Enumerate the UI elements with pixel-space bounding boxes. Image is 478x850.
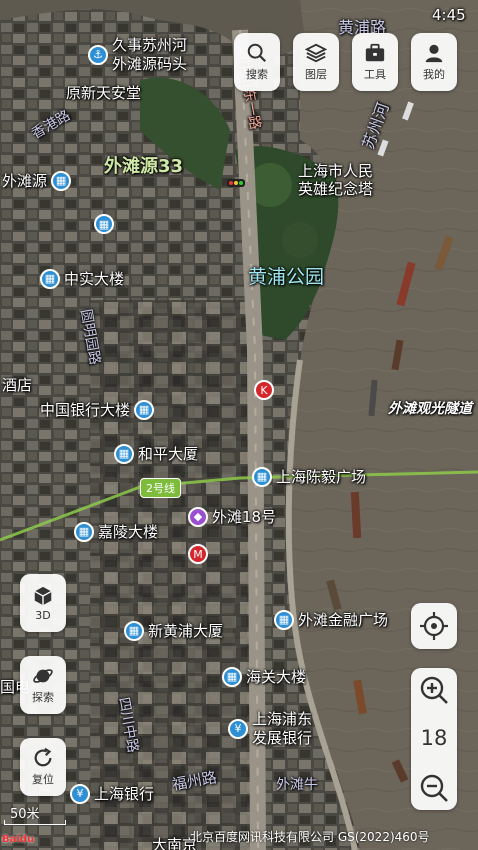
- planet-icon: [33, 669, 53, 683]
- building-icon: ▦: [124, 620, 144, 641]
- traffic-light-icon: [227, 179, 245, 187]
- poi-jialing[interactable]: ▦ 嘉陵大楼: [74, 521, 158, 542]
- poi-jiushi[interactable]: ⚓ 久事苏州河 外滩源码头: [88, 36, 187, 74]
- building-icon: ▦: [222, 666, 242, 687]
- poi-heping[interactable]: ▦ 和平大厦: [114, 443, 198, 464]
- scale-bar: [4, 820, 66, 825]
- zoom-level: 18: [420, 726, 448, 750]
- label-bund-tunnel: 外滩观光隧道: [388, 401, 472, 417]
- 3d-button[interactable]: 3D: [20, 574, 66, 632]
- poi-chenyi[interactable]: ▦ 上海陈毅广场: [252, 466, 366, 487]
- label-bund-cow: 外滩牛: [276, 777, 318, 793]
- poi-unnamed[interactable]: ▦: [94, 214, 114, 234]
- building-icon: ▦: [114, 443, 134, 464]
- search-button[interactable]: 搜索: [234, 33, 280, 91]
- poi-bund18[interactable]: ◆ 外滩18号: [188, 506, 276, 527]
- layers-button[interactable]: 图层: [293, 33, 339, 91]
- zoom-control: 18: [411, 668, 457, 810]
- search-icon: [247, 43, 267, 63]
- refresh-icon: [34, 747, 52, 767]
- crosshair-icon: [420, 612, 448, 640]
- building-icon: ▦: [40, 268, 60, 289]
- shopping-icon: ◆: [188, 506, 208, 527]
- label-bund33: 外滩源33: [104, 156, 184, 177]
- zoom-in-icon: [420, 676, 448, 704]
- explore-button[interactable]: 探索: [20, 656, 66, 714]
- poi-shanghai-bank[interactable]: ¥ 上海银行: [70, 783, 154, 804]
- zoom-in-button[interactable]: [418, 674, 450, 710]
- metro-line-badge[interactable]: 2号线: [140, 478, 181, 498]
- poi-bank-china[interactable]: ▦ 中国银行大楼: [40, 399, 155, 420]
- poi-xinhuangpu[interactable]: ▦ 新黄浦大厦: [124, 620, 223, 641]
- copyright-text: 北京百度网讯科技有限公司 GS(2022)460号: [190, 830, 430, 844]
- baidu-logo: Baidu: [2, 834, 35, 845]
- building-icon: ▦: [274, 609, 294, 630]
- tools-button[interactable]: 工具: [352, 33, 398, 91]
- toolbox-icon: [365, 43, 385, 62]
- layers-icon: [305, 43, 327, 63]
- poi-kfc[interactable]: K: [254, 380, 274, 400]
- bank-icon: ¥: [228, 718, 248, 739]
- building-icon: ▦: [252, 466, 272, 487]
- user-icon: [425, 44, 443, 63]
- poi-waitanyuan[interactable]: ▦ 外滩源: [2, 170, 72, 191]
- poi-yuanxintian[interactable]: 原新天安堂: [66, 86, 141, 101]
- zoom-out-button[interactable]: [418, 772, 450, 808]
- map-view[interactable]: 外滩源33 黄浦公园 上海市人民 英雄纪念塔 苏州河 黄浦路 中山东一路 圆明园…: [0, 0, 478, 850]
- label-monument: 上海市人民 英雄纪念塔: [298, 162, 374, 198]
- bank-icon: ¥: [70, 783, 90, 804]
- building-icon: ▦: [94, 214, 114, 234]
- building-icon: ▦: [51, 170, 72, 191]
- status-time: 4:45: [432, 6, 466, 24]
- building-icon: ▦: [134, 399, 155, 420]
- cube-icon: [34, 586, 52, 605]
- poi-metro-station[interactable]: M: [188, 544, 208, 564]
- label-huangpu-park: 黄浦公园: [248, 266, 325, 288]
- building-icon: ▦: [74, 521, 94, 542]
- pier-icon: ⚓: [88, 44, 108, 65]
- poi-zhongshi[interactable]: ▦ 中实大楼: [40, 268, 124, 289]
- poi-customs[interactable]: ▦ 海关大楼: [222, 666, 306, 687]
- poi-spd[interactable]: ¥ 上海浦东 发展银行: [228, 710, 312, 748]
- label-hotel-edge: 酒店: [2, 376, 33, 394]
- locate-button[interactable]: [411, 603, 457, 649]
- profile-button[interactable]: 我的: [411, 33, 457, 91]
- zoom-out-icon: [420, 774, 448, 802]
- restaurant-icon: K: [254, 380, 274, 400]
- poi-financial[interactable]: ▦ 外滩金融广场: [274, 609, 388, 630]
- reset-button[interactable]: 复位: [20, 738, 66, 796]
- metro-icon: M: [188, 544, 208, 564]
